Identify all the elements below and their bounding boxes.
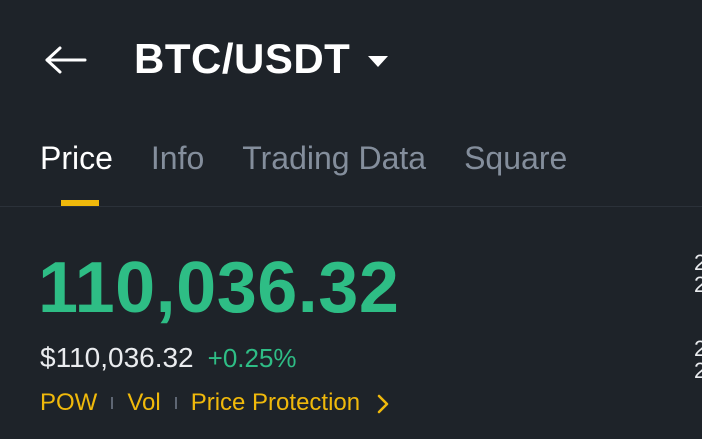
tag-separator (174, 397, 177, 409)
price-change-percent: +0.25% (207, 343, 297, 373)
clipped-stat: 2 (694, 252, 702, 275)
tag-row: POW Vol Price Protection (40, 386, 389, 420)
tab-price[interactable]: Price (40, 136, 113, 180)
fiat-price: $110,036.32 (40, 342, 194, 373)
clipped-stat: 2 (694, 358, 702, 382)
tag-separator (111, 397, 114, 409)
price-protection-link[interactable]: Price Protection (191, 386, 389, 420)
clipped-stat: 2 (694, 336, 702, 361)
tab-bar: Price Info Trading Data Square (40, 136, 605, 180)
tab-trading-data[interactable]: Trading Data (242, 136, 426, 180)
caret-down-icon (368, 55, 389, 67)
tab-square[interactable]: Square (464, 136, 567, 180)
pair-title: BTC/USDT (134, 35, 351, 82)
tab-info[interactable]: Info (151, 136, 204, 180)
chevron-right-icon (377, 394, 389, 413)
clipped-spacer (694, 296, 702, 338)
top-bar: BTC/USDT (0, 0, 702, 120)
pair-selector[interactable]: BTC/USDT (134, 34, 389, 84)
tag-vol[interactable]: Vol (127, 386, 160, 420)
price-subline: $110,036.32 +0.25% (40, 340, 297, 376)
arrow-left-icon (45, 46, 87, 74)
price-protection-label: Price Protection (190, 389, 361, 416)
clipped-stat: 2 (694, 272, 702, 297)
last-price: 110,036.32 (38, 248, 400, 328)
tag-pow[interactable]: POW (40, 386, 97, 420)
tab-divider (0, 206, 702, 207)
back-button[interactable] (40, 38, 90, 82)
clipped-stats-column: 2 2 2 2 (694, 252, 702, 382)
